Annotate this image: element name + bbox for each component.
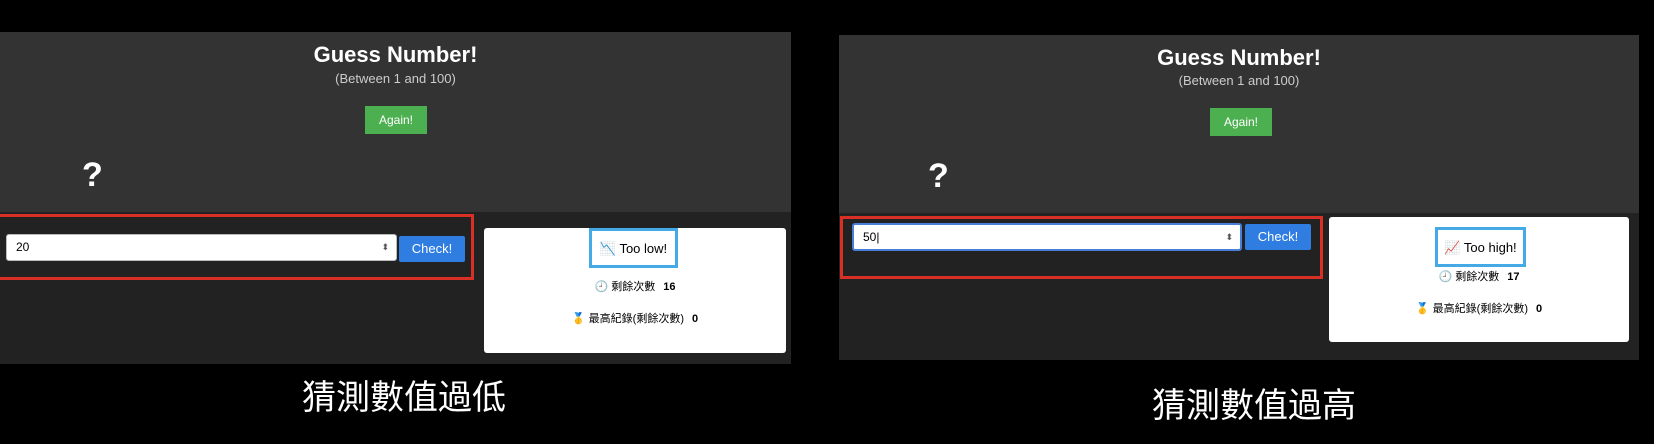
mystery-number: ? [928, 157, 949, 195]
feedback-text: Too high! [1463, 240, 1517, 255]
remaining-tries-value: 16 [663, 281, 676, 293]
clock-icon: 🕘 [1438, 271, 1453, 283]
spinner-arrows-icon[interactable]: ⬍ [381, 235, 389, 260]
spinner-arrows-icon[interactable]: ⬍ [1225, 225, 1233, 249]
game-title: Guess Number! [313, 42, 478, 67]
guess-input-value: 20 [16, 240, 30, 254]
guess-input-value: 50 [863, 230, 877, 244]
best-record-row: 🥇 最高紀錄(剩餘次數) 0 [1329, 300, 1629, 316]
best-record-value: 0 [1535, 303, 1543, 315]
best-record-value: 0 [691, 313, 699, 325]
again-button[interactable]: Again! [1210, 108, 1272, 136]
game-header: Guess Number! (Between 1 and 100) Again!… [0, 32, 791, 212]
chart-up-icon: 📈 [1444, 240, 1461, 255]
best-record-label: 最高紀錄(剩餘次數) [1432, 303, 1528, 315]
check-button[interactable]: Check! [399, 236, 465, 262]
best-record-row: 🥇 最高紀錄(剩餘次數) 0 [484, 310, 786, 326]
check-button[interactable]: Check! [1245, 224, 1311, 250]
remaining-tries-label: 剩餘次數 [611, 281, 656, 293]
result-card: 📉 Too low! 🕘 剩餘次數 16 🥇 最高紀錄(剩餘次數) 0 [484, 228, 786, 353]
game-subtitle: (Between 1 and 100) [1178, 73, 1300, 88]
game-screenshot-too-high: Guess Number! (Between 1 and 100) Again!… [839, 35, 1639, 360]
medal-icon: 🥇 [571, 313, 586, 325]
text-cursor: | [876, 230, 880, 244]
remaining-tries-row: 🕘 剩餘次數 17 [1329, 268, 1629, 284]
game-header: Guess Number! (Between 1 and 100) Again!… [839, 35, 1639, 213]
remaining-tries-label: 剩餘次數 [1455, 271, 1500, 283]
medal-icon: 🥇 [1415, 303, 1430, 315]
guess-input[interactable]: 50| ⬍ [852, 223, 1242, 251]
remaining-tries-row: 🕘 剩餘次數 16 [484, 278, 786, 294]
again-button[interactable]: Again! [365, 106, 427, 134]
mystery-number: ? [82, 156, 103, 194]
game-title: Guess Number! [1157, 45, 1321, 70]
game-screenshot-too-low: Guess Number! (Between 1 and 100) Again!… [0, 32, 791, 364]
game-subtitle: (Between 1 and 100) [335, 71, 456, 86]
caption-too-high: 猜測數值過高 [1152, 386, 1356, 426]
guess-input[interactable]: 20 ⬍ [6, 234, 397, 261]
best-record-label: 最高紀錄(剩餘次數) [588, 313, 684, 325]
feedback-text: Too low! [619, 241, 668, 256]
feedback-highlight-box: 📉 Too low! [589, 228, 678, 268]
feedback-highlight-box: 📈 Too high! [1435, 227, 1526, 267]
remaining-tries-value: 17 [1507, 271, 1520, 283]
result-card: 📈 Too high! 🕘 剩餘次數 17 🥇 最高紀錄(剩餘次數) 0 [1329, 217, 1629, 342]
chart-down-icon: 📉 [599, 241, 617, 256]
caption-too-low: 猜測數值過低 [302, 378, 506, 418]
clock-icon: 🕘 [594, 281, 609, 293]
